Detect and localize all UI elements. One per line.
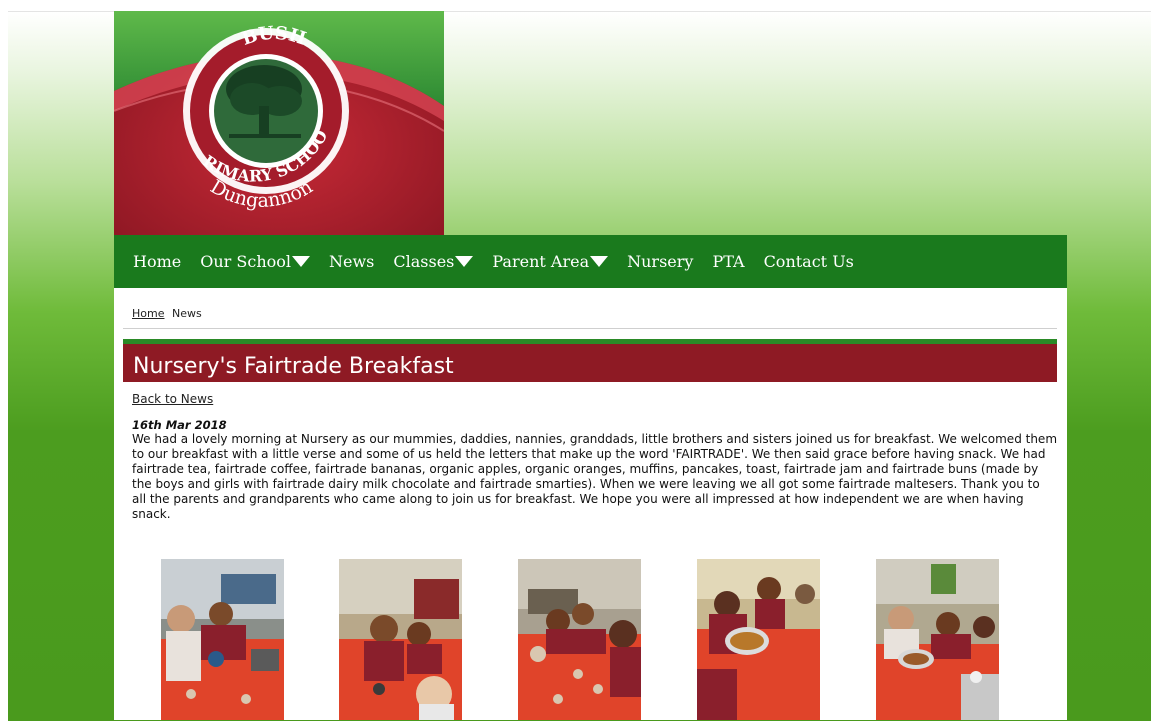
main-navigation: Home Our School News Classes Parent Area… <box>114 235 1067 288</box>
photo-gallery <box>161 559 1041 720</box>
nav-item-label: Classes <box>393 252 455 271</box>
dropdown-arrow-icon <box>455 256 474 267</box>
photo-image <box>697 559 820 720</box>
nav-item-contact-us[interactable]: Contact Us <box>764 252 854 271</box>
gallery-photo[interactable] <box>518 559 641 720</box>
article-date: 16th Mar 2018 <box>132 418 227 432</box>
gallery-photo[interactable] <box>161 559 284 720</box>
main-content: Home News Nursery's Fairtrade Breakfast … <box>114 288 1067 720</box>
breadcrumb-current: News <box>171 307 202 320</box>
photo-image <box>518 559 641 720</box>
nav-item-label: Home <box>133 252 182 271</box>
school-logo: BUSH PRIMARY SCHOOL Dungannon <box>114 11 444 235</box>
nav-item-label: Contact Us <box>763 252 854 271</box>
photo-image <box>161 559 284 720</box>
nav-item-parent-area[interactable]: Parent Area <box>492 252 609 271</box>
nav-item-our-school[interactable]: Our School <box>200 252 310 271</box>
article-title-bar: Nursery's Fairtrade Breakfast <box>123 339 1057 382</box>
gallery-photo[interactable] <box>876 559 999 720</box>
nav-item-home[interactable]: Home <box>133 252 181 271</box>
photo-image <box>339 559 462 720</box>
nav-item-label: Parent Area <box>492 252 590 271</box>
breadcrumb: Home News <box>132 307 202 320</box>
nav-item-pta[interactable]: PTA <box>712 252 744 271</box>
nav-item-nursery[interactable]: Nursery <box>627 252 693 271</box>
nav-item-classes[interactable]: Classes <box>393 252 474 271</box>
nav-item-label: Nursery <box>627 252 694 271</box>
page-title: Nursery's Fairtrade Breakfast <box>133 354 454 379</box>
back-to-news-link[interactable]: Back to News <box>132 392 213 406</box>
nav-item-label: News <box>329 252 375 271</box>
gallery-photo[interactable] <box>697 559 820 720</box>
dropdown-arrow-icon <box>590 256 609 267</box>
school-logo-banner[interactable]: BUSH PRIMARY SCHOOL Dungannon <box>114 11 444 235</box>
nav-item-label: PTA <box>712 252 745 271</box>
dropdown-arrow-icon <box>292 256 310 267</box>
gallery-photo[interactable] <box>339 559 462 720</box>
nav-item-news[interactable]: News <box>329 252 374 271</box>
breadcrumb-home-link[interactable]: Home <box>132 307 164 320</box>
divider <box>123 328 1057 329</box>
nav-item-label: Our School <box>200 252 291 271</box>
article-body: We had a lovely morning at Nursery as ou… <box>132 432 1058 521</box>
photo-image <box>876 559 999 720</box>
